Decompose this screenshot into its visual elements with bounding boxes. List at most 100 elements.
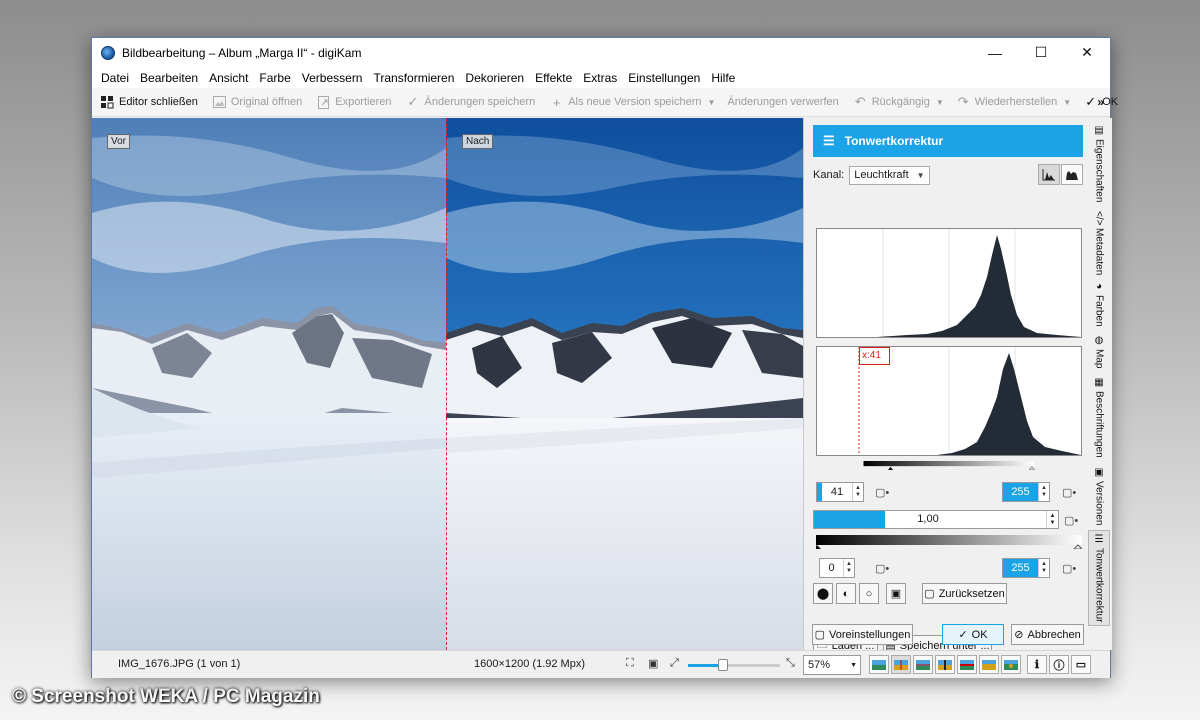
preview-original-button[interactable] (869, 655, 889, 674)
tab-eigenschaften[interactable]: ▤ Eigenschaften (1088, 122, 1110, 204)
input-white-spinbox[interactable]: 255 ▲ ▼ (1002, 482, 1050, 502)
globe-icon: ◍ (1093, 335, 1105, 346)
zoom-slider[interactable] (688, 659, 780, 671)
black-point-picker-icon[interactable]: ▢• (875, 483, 893, 501)
menu-verbessern[interactable]: Verbessern (302, 71, 363, 85)
menu-dekorieren[interactable]: Dekorieren (465, 71, 524, 85)
levels-icon: ☰ (1093, 534, 1105, 545)
gamma-slider[interactable]: 1,00 ▲ ▼ (813, 510, 1059, 529)
status-filename: IMG_1676.JPG (1 von 1) (118, 658, 241, 670)
target-preview-icon (982, 659, 996, 670)
log-scale-button[interactable] (1061, 164, 1083, 185)
maximize-button[interactable]: ☐ (1018, 38, 1064, 67)
input-white-value: 255 (1011, 486, 1030, 498)
input-histogram[interactable] (816, 228, 1082, 338)
pick-gray-button[interactable]: ◐ (836, 583, 856, 604)
undo-dropdown-icon[interactable]: ▼ (936, 98, 944, 107)
menu-farbe[interactable]: Farbe (259, 71, 290, 85)
after-label: Nach (462, 134, 494, 149)
auto-levels-button[interactable]: ▣ (886, 583, 906, 604)
cancel-circle-icon: ⊘ (1014, 629, 1024, 641)
info-outline-icon: ⓘ (1053, 659, 1065, 672)
zoom-slider-handle[interactable] (718, 659, 728, 671)
underexposure-indicator-button[interactable]: ℹ (1027, 655, 1047, 674)
channel-value: Leuchtkraft (854, 169, 909, 181)
cancel-button[interactable]: ⊘ Abbrechen (1011, 624, 1084, 645)
output-black-spinbox[interactable]: 0 ▲ ▼ (819, 558, 855, 578)
open-original-button[interactable]: Original öffnen (212, 95, 302, 110)
menu-ansicht[interactable]: Ansicht (209, 71, 248, 85)
menu-extras[interactable]: Extras (583, 71, 617, 85)
zoom-select[interactable]: 57% ▼ (803, 655, 861, 675)
zoom-100-icon[interactable]: ▣ (648, 657, 658, 670)
toolbar: Editor schließen Original öffnen Exporti… (92, 88, 1118, 117)
export-button[interactable]: Exportieren (316, 95, 392, 110)
minimize-button[interactable]: — (972, 38, 1018, 67)
status-image-size: 1600×1200 (1.92 Mpx) (474, 658, 585, 670)
tab-farben[interactable]: ◕ Farben (1088, 278, 1110, 330)
photo-preview (92, 118, 803, 650)
output-white-picker-icon[interactable]: ▢• (1062, 559, 1080, 577)
right-sidebar-tabs: ▤ Eigenschaften </> Metadaten ◕ Farben ◍… (1088, 118, 1112, 650)
tab-tonwertkorrektur[interactable]: ☰ Tonwertkorrektur (1088, 530, 1110, 626)
gamma-picker-icon[interactable]: ▢• (1064, 511, 1082, 529)
undo-button[interactable]: ↶ Rückgängig (853, 94, 930, 110)
levels-sliders-icon: ☰ (823, 133, 835, 148)
channel-row: Kanal: Leuchtkraft ▼ (813, 164, 1083, 186)
output-black-picker-icon[interactable]: ▢• (875, 559, 893, 577)
zoom-in-icon[interactable]: ⤡ (786, 657, 795, 670)
tab-map[interactable]: ◍ Map (1088, 332, 1110, 372)
menu-effekte[interactable]: Effekte (535, 71, 572, 85)
menu-bearbeiten[interactable]: Bearbeiten (140, 71, 198, 85)
tab-beschriftungen[interactable]: ▦ Beschriftungen (1088, 374, 1110, 462)
menu-transformieren[interactable]: Transformieren (373, 71, 454, 85)
white-point-picker-icon[interactable]: ▢• (1062, 483, 1080, 501)
channel-label: Kanal: (813, 169, 845, 181)
discard-changes-button[interactable]: Änderungen verwerfen (727, 96, 838, 108)
pick-black-button[interactable]: ⬤ (813, 583, 833, 604)
color-management-button[interactable]: ▭ (1071, 655, 1091, 674)
close-editor-button[interactable]: Editor schließen (100, 95, 198, 110)
reset-button[interactable]: ▢ Zurücksetzen (922, 583, 1007, 604)
redo-dropdown-icon[interactable]: ▼ (1063, 98, 1071, 107)
save-version-dropdown-icon[interactable]: ▼ (708, 98, 716, 107)
presets-button[interactable]: ▢ Voreinstellungen (812, 624, 913, 645)
captions-icon: ▦ (1093, 377, 1105, 388)
redo-button[interactable]: ↷ Wiederherstellen (956, 94, 1058, 110)
tab-versionen[interactable]: ▣ Versionen (1088, 464, 1110, 528)
tab-metadaten[interactable]: </> Metadaten (1088, 208, 1110, 276)
save-changes-button[interactable]: ✓ Änderungen speichern (406, 94, 536, 110)
zoom-to-selection-icon[interactable]: ⤢ (670, 657, 679, 670)
compare-vertical-icon (938, 659, 952, 670)
zoom-fit-icon[interactable]: ⛶ (626, 657, 634, 670)
menu-hilfe[interactable]: Hilfe (711, 71, 735, 85)
preview-overlay-button[interactable] (1001, 655, 1021, 674)
image-canvas[interactable]: Vor Nach (92, 118, 803, 650)
ok-button[interactable]: ✓ OK (942, 624, 1004, 645)
output-gradient-slider[interactable] (816, 535, 1082, 549)
menu-datei[interactable]: Datei (101, 71, 129, 85)
palette-icon: ◕ (1093, 281, 1105, 292)
input-gradient-slider[interactable] (816, 461, 1082, 470)
before-after-divider[interactable] (446, 118, 447, 650)
output-white-spinbox[interactable]: 255 ▲ ▼ (1002, 558, 1050, 578)
menu-einstellungen[interactable]: Einstellungen (628, 71, 700, 85)
overexposure-indicator-button[interactable]: ⓘ (1049, 655, 1069, 674)
watermark: © Screenshot WEKA / PC Magazin (12, 686, 320, 707)
input-black-spinbox[interactable]: 41 ▲ ▼ (816, 482, 864, 502)
preview-compare-horizontal-button[interactable] (957, 655, 977, 674)
close-editor-label: Editor schließen (119, 96, 198, 108)
save-new-version-label: Als neue Version speichern (568, 96, 702, 108)
output-histogram[interactable]: x:41 (816, 346, 1082, 456)
save-new-version-button[interactable]: + Als neue Version speichern (549, 95, 702, 110)
channel-select[interactable]: Leuchtkraft ▼ (849, 165, 930, 185)
pick-white-button[interactable]: ○ (859, 583, 879, 604)
chevron-down-icon: ▼ (850, 661, 857, 669)
preview-split-horizontal-button[interactable] (913, 655, 933, 674)
close-button[interactable]: ✕ (1064, 38, 1110, 67)
more-tools-button[interactable]: » (1097, 95, 1104, 109)
preview-split-vertical-button[interactable] (891, 655, 911, 674)
preview-compare-vertical-button[interactable] (935, 655, 955, 674)
linear-scale-button[interactable] (1038, 164, 1060, 185)
preview-target-button[interactable] (979, 655, 999, 674)
